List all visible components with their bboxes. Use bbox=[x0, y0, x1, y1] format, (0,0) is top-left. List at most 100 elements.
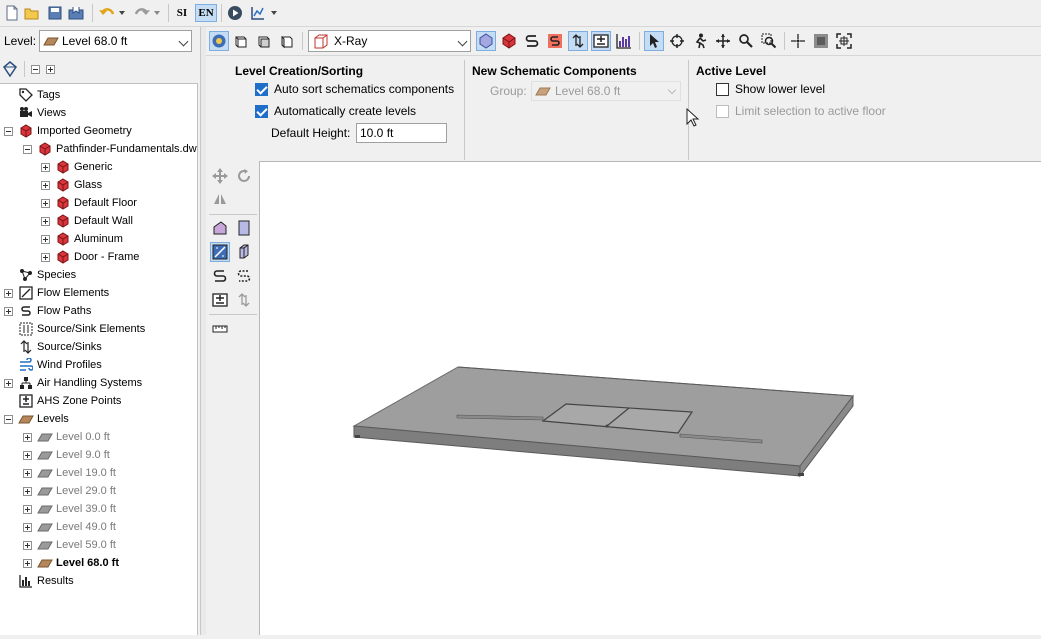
tree-item-level-19[interactable]: Level 19.0 ft bbox=[37, 464, 116, 482]
show-results-icon[interactable] bbox=[614, 31, 634, 51]
zoom-box-tool-icon[interactable] bbox=[759, 31, 779, 51]
orbit-tool-icon[interactable] bbox=[667, 31, 687, 51]
collapse-toggle[interactable] bbox=[4, 127, 13, 136]
walk-tool-icon[interactable] bbox=[690, 31, 710, 51]
tree-item-levels[interactable]: Levels bbox=[18, 410, 69, 428]
collapse-all-icon[interactable] bbox=[31, 65, 40, 74]
show-geometry-outline-icon[interactable] bbox=[476, 31, 496, 51]
expand-toggle[interactable] bbox=[4, 307, 13, 316]
show-source-sinks-icon[interactable] bbox=[568, 31, 588, 51]
tree-item-wind-profiles[interactable]: Wind Profiles bbox=[18, 356, 102, 374]
zoom-tool-icon[interactable] bbox=[736, 31, 756, 51]
open-folder-icon[interactable] bbox=[22, 3, 42, 23]
save-as-icon[interactable] bbox=[67, 3, 87, 23]
pan-tool-icon[interactable] bbox=[713, 31, 733, 51]
expand-toggle[interactable] bbox=[23, 523, 32, 532]
tree-item-flow-paths[interactable]: Flow Paths bbox=[18, 302, 91, 320]
draw-flow-path-dashed-icon[interactable] bbox=[234, 266, 254, 286]
zoom-selected-icon[interactable] bbox=[834, 31, 854, 51]
collapse-toggle[interactable] bbox=[23, 145, 32, 154]
tree-item-source-sink-elements[interactable]: Source/Sink Elements bbox=[18, 320, 145, 338]
tree-item-imported-geometry[interactable]: Imported Geometry bbox=[18, 122, 132, 140]
results-icon[interactable] bbox=[248, 3, 268, 23]
schematic-view-icon[interactable] bbox=[209, 31, 229, 51]
select-tool-icon[interactable] bbox=[644, 31, 664, 51]
undo-dropdown-icon[interactable] bbox=[116, 3, 128, 23]
level-combobox[interactable]: Level 68.0 ft bbox=[39, 30, 192, 52]
tree-item-level-0[interactable]: Level 0.0 ft bbox=[37, 428, 110, 446]
rotate-tool-icon[interactable] bbox=[234, 166, 254, 186]
undo-icon[interactable] bbox=[97, 3, 117, 23]
draw-ahs-zone-point-icon[interactable] bbox=[210, 290, 230, 310]
new-file-icon[interactable] bbox=[2, 3, 22, 23]
tree-item-results[interactable]: Results bbox=[18, 572, 74, 590]
show-flow-paths-icon[interactable] bbox=[522, 31, 542, 51]
default-height-input[interactable]: 10.0 ft bbox=[356, 123, 447, 143]
tree-item-default-wall[interactable]: Default Wall bbox=[55, 212, 133, 230]
tree-item-level-39[interactable]: Level 39.0 ft bbox=[37, 500, 116, 518]
expand-toggle[interactable] bbox=[23, 433, 32, 442]
tree-item-imported-file[interactable]: Pathfinder-Fundamentals.dw bbox=[37, 140, 197, 158]
tree-item-air-handling-systems[interactable]: Air Handling Systems bbox=[18, 374, 142, 392]
tree-item-ahs-zone-points[interactable]: AHS Zone Points bbox=[18, 392, 121, 410]
tree-item-aluminum[interactable]: Aluminum bbox=[55, 230, 123, 248]
expand-toggle[interactable] bbox=[41, 253, 50, 262]
expand-toggle[interactable] bbox=[4, 379, 13, 388]
expand-toggle[interactable] bbox=[41, 181, 50, 190]
run-icon[interactable] bbox=[225, 3, 245, 23]
draw-flow-element-icon[interactable] bbox=[210, 242, 230, 262]
draw-wall-icon[interactable] bbox=[234, 242, 254, 262]
group-select[interactable]: Level 68.0 ft bbox=[531, 81, 681, 101]
reset-view-icon[interactable] bbox=[788, 31, 808, 51]
auto-create-levels-checkbox[interactable] bbox=[255, 105, 268, 118]
expand-toggle[interactable] bbox=[41, 217, 50, 226]
render-mode-select[interactable]: X-Ray bbox=[308, 30, 471, 52]
show-species-icon[interactable] bbox=[545, 31, 565, 51]
tree-item-flow-elements[interactable]: Flow Elements bbox=[18, 284, 109, 302]
tree-item-level-59[interactable]: Level 59.0 ft bbox=[37, 536, 116, 554]
expand-toggle[interactable] bbox=[41, 163, 50, 172]
expand-toggle[interactable] bbox=[23, 559, 32, 568]
expand-toggle[interactable] bbox=[23, 505, 32, 514]
measure-tool-icon[interactable] bbox=[210, 319, 230, 339]
expand-toggle[interactable] bbox=[23, 469, 32, 478]
expand-toggle[interactable] bbox=[41, 235, 50, 244]
show-lower-level-checkbox[interactable] bbox=[716, 83, 729, 96]
redo-icon[interactable] bbox=[132, 3, 152, 23]
tree-item-tags[interactable]: Tags bbox=[18, 86, 60, 104]
draw-rect-zone-icon[interactable] bbox=[234, 218, 254, 238]
view-top-icon[interactable] bbox=[231, 31, 251, 51]
draw-source-sink-icon[interactable] bbox=[234, 290, 254, 310]
collapse-toggle[interactable] bbox=[4, 415, 13, 424]
limit-selection-checkbox[interactable] bbox=[716, 105, 729, 118]
expand-toggle[interactable] bbox=[41, 199, 50, 208]
view-side-icon[interactable] bbox=[277, 31, 297, 51]
auto-sort-checkbox[interactable] bbox=[255, 83, 268, 96]
tree-item-door-frame[interactable]: Door - Frame bbox=[55, 248, 139, 266]
tree-item-level-9[interactable]: Level 9.0 ft bbox=[37, 446, 110, 464]
tree-item-level-29[interactable]: Level 29.0 ft bbox=[37, 482, 116, 500]
tree-item-default-floor[interactable]: Default Floor bbox=[55, 194, 137, 212]
units-en-button[interactable]: EN bbox=[195, 4, 217, 22]
show-ahs-icon[interactable] bbox=[591, 31, 611, 51]
save-icon[interactable] bbox=[45, 3, 65, 23]
expand-toggle[interactable] bbox=[23, 541, 32, 550]
mirror-tool-icon[interactable] bbox=[210, 190, 230, 210]
tree-item-source-sinks[interactable]: Source/Sinks bbox=[18, 338, 102, 356]
units-si-button[interactable]: SI bbox=[172, 4, 192, 22]
show-geometry-icon[interactable] bbox=[499, 31, 519, 51]
tree-item-species[interactable]: Species bbox=[18, 266, 76, 284]
filter-icon[interactable] bbox=[2, 61, 18, 78]
move-tool-icon[interactable] bbox=[210, 166, 230, 186]
3d-viewport[interactable] bbox=[259, 161, 1041, 635]
tree-item-level-49[interactable]: Level 49.0 ft bbox=[37, 518, 116, 536]
tree-item-generic[interactable]: Generic bbox=[55, 158, 113, 176]
tree-item-glass[interactable]: Glass bbox=[55, 176, 102, 194]
tree-item-level-68[interactable]: Level 68.0 ft bbox=[37, 554, 119, 572]
tree-item-views[interactable]: Views bbox=[18, 104, 66, 122]
expand-toggle[interactable] bbox=[23, 451, 32, 460]
expand-all-icon[interactable] bbox=[46, 65, 55, 74]
view-front-icon[interactable] bbox=[254, 31, 274, 51]
expand-toggle[interactable] bbox=[23, 487, 32, 496]
draw-zone-icon[interactable] bbox=[210, 218, 230, 238]
